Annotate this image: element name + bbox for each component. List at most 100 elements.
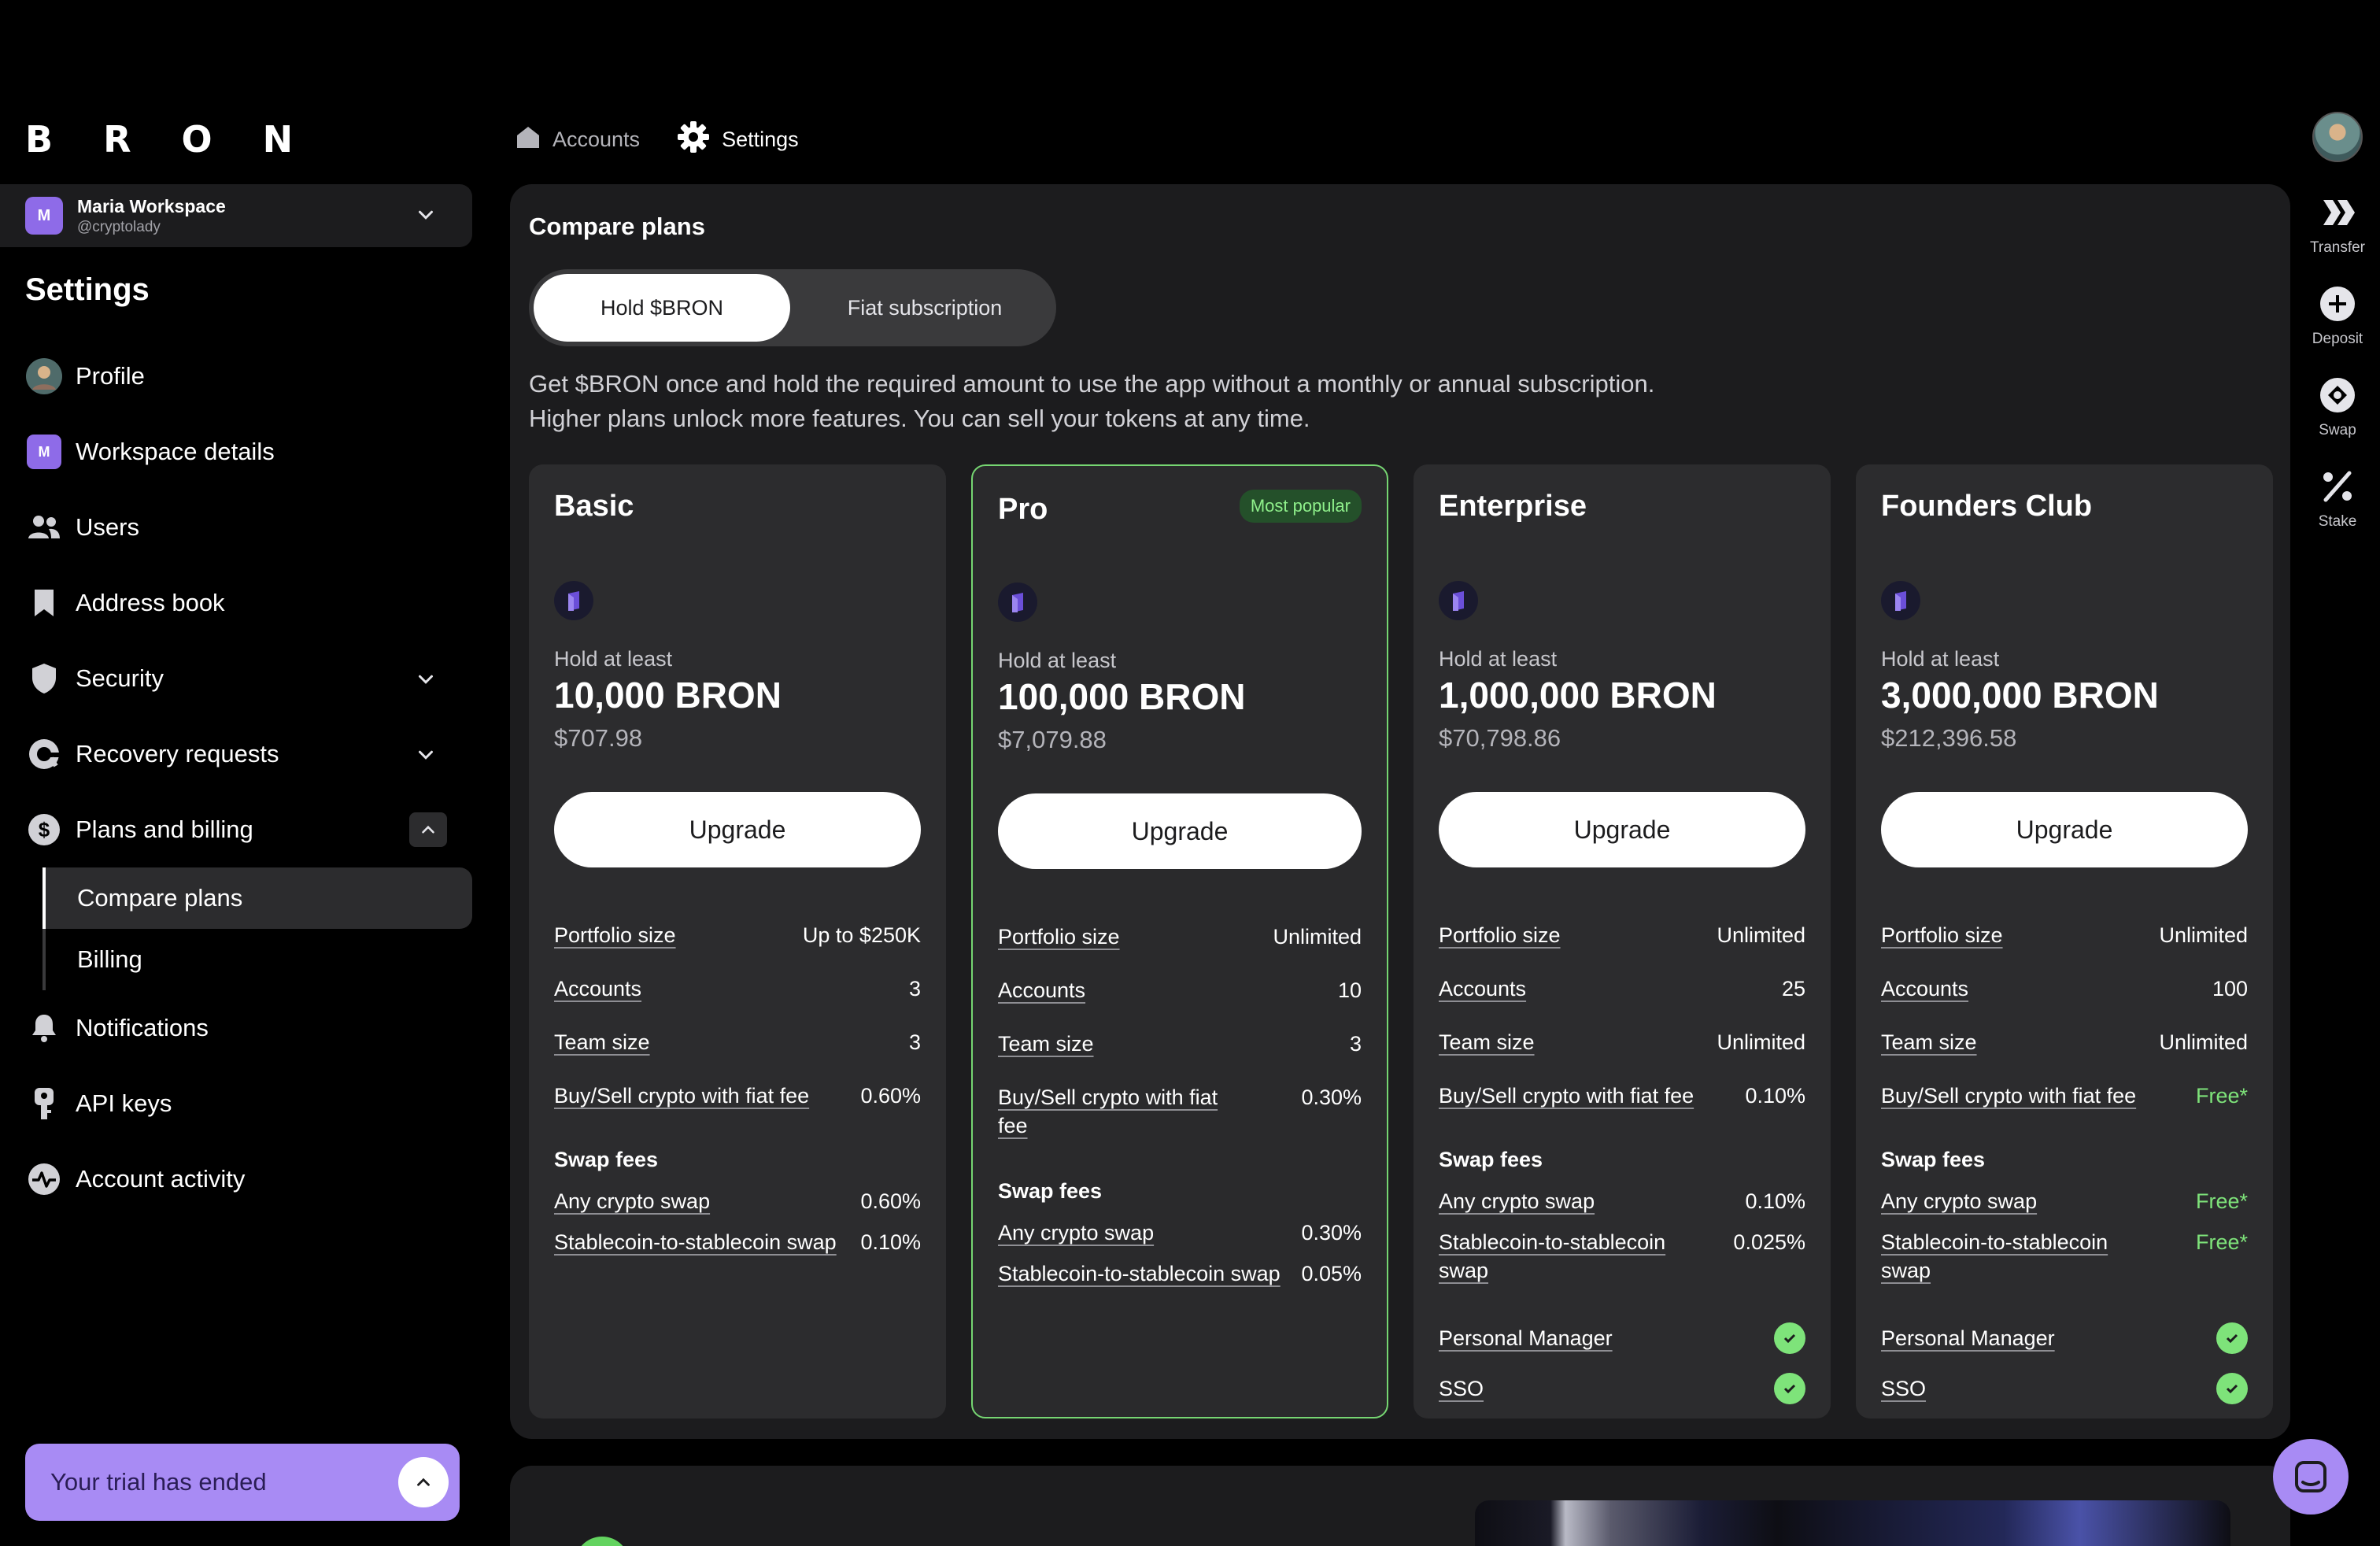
user-avatar[interactable] bbox=[2312, 112, 2363, 162]
feature-value: 0.05% bbox=[1301, 1262, 1362, 1285]
chevron-down-icon[interactable] bbox=[414, 668, 438, 697]
compare-plans-panel: Compare plans Hold $BRON Fiat subscripti… bbox=[510, 184, 2290, 1439]
bron-token-icon bbox=[1439, 581, 1478, 620]
feature-label[interactable]: Stablecoin-to-stablecoin swap bbox=[554, 1228, 837, 1256]
hold-usd-value: $7,079.88 bbox=[998, 726, 1107, 753]
sidebar-subitem-compare-plans[interactable]: Compare plans bbox=[42, 867, 472, 929]
transfer-icon bbox=[2317, 192, 2358, 233]
sidebar-item-label: Address book bbox=[76, 589, 225, 616]
feature-label[interactable]: Accounts bbox=[1439, 975, 1526, 1003]
sidebar-subitem-billing[interactable]: Billing bbox=[46, 929, 472, 990]
feature-row: Stablecoin-to-stablecoin swap 0.025% bbox=[1439, 1228, 1805, 1285]
sidebar-item-workspace-details[interactable]: M Workspace details bbox=[0, 414, 472, 490]
trial-expand-button[interactable] bbox=[398, 1457, 449, 1507]
feature-value: 100 bbox=[2212, 977, 2248, 1000]
page-title: Compare plans bbox=[529, 213, 705, 240]
upgrade-button[interactable]: Upgrade bbox=[1881, 792, 2248, 867]
feature-row: Any crypto swap Free* bbox=[1881, 1187, 2248, 1215]
rail-transfer[interactable]: Transfer bbox=[2298, 192, 2377, 283]
feature-label[interactable]: Team size bbox=[1439, 1028, 1535, 1056]
feature-label[interactable]: Accounts bbox=[1881, 975, 1968, 1003]
feature-label[interactable]: Team size bbox=[1881, 1028, 1977, 1056]
feature-row: Stablecoin-to-stablecoin swap 0.05% bbox=[998, 1259, 1362, 1288]
rail-stake[interactable]: Stake bbox=[2298, 466, 2377, 557]
feature-label[interactable]: Buy/Sell crypto with fiat fee bbox=[1881, 1082, 2136, 1110]
upgrade-button[interactable]: Upgrade bbox=[998, 793, 1362, 869]
sidebar-item-account-activity[interactable]: Account activity bbox=[0, 1141, 472, 1217]
sidebar-item-label: Recovery requests bbox=[76, 740, 279, 767]
feature-label[interactable]: Buy/Sell crypto with fiat fee bbox=[554, 1082, 809, 1110]
feature-value: Unlimited bbox=[1717, 1030, 1805, 1054]
feature-label[interactable]: Buy/Sell crypto with fiat fee bbox=[998, 1083, 1250, 1140]
logo-letter: R bbox=[103, 118, 131, 161]
sidebar-item-security[interactable]: Security bbox=[0, 641, 472, 716]
feature-label[interactable]: Portfolio size bbox=[1881, 921, 2003, 949]
feature-label[interactable]: Portfolio size bbox=[554, 921, 676, 949]
svg-text:$: $ bbox=[39, 818, 50, 841]
feature-label[interactable]: Stablecoin-to-stablecoin swap bbox=[998, 1259, 1281, 1288]
feature-row: Stablecoin-to-stablecoin swap 0.10% bbox=[554, 1228, 921, 1256]
most-popular-badge: Most popular bbox=[1239, 490, 1362, 523]
sidebar-item-notifications[interactable]: Notifications bbox=[0, 990, 472, 1066]
feature-row: Any crypto swap 0.60% bbox=[554, 1187, 921, 1215]
bron-logo[interactable]: B R O N bbox=[25, 118, 293, 161]
feature-label[interactable]: Any crypto swap bbox=[1881, 1187, 2037, 1215]
plus-circle-icon bbox=[2317, 283, 2358, 324]
description-line: Get $BRON once and hold the required amo… bbox=[529, 370, 1655, 398]
check-icon bbox=[2216, 1373, 2248, 1404]
feature-label[interactable]: Team size bbox=[554, 1028, 650, 1056]
feature-row: Stablecoin-to-stablecoin swap Free* bbox=[1881, 1228, 2248, 1285]
chevron-down-icon[interactable] bbox=[414, 743, 438, 773]
sidebar-item-address-book[interactable]: Address book bbox=[0, 565, 472, 641]
rail-deposit[interactable]: Deposit bbox=[2298, 283, 2377, 375]
feature-label[interactable]: Personal Manager bbox=[1439, 1324, 1613, 1352]
feature-label[interactable]: SSO bbox=[1439, 1374, 1484, 1403]
feature-label[interactable]: Any crypto swap bbox=[998, 1219, 1154, 1247]
trial-ended-banner[interactable]: Your trial has ended bbox=[25, 1444, 460, 1521]
feature-value: 0.10% bbox=[860, 1230, 921, 1254]
feature-label[interactable]: Stablecoin-to-stablecoin swap bbox=[1881, 1228, 2149, 1285]
check-icon bbox=[2216, 1322, 2248, 1354]
hold-usd-value: $707.98 bbox=[554, 724, 643, 752]
topnav-settings[interactable]: Settings bbox=[676, 120, 799, 160]
hold-amount: 100,000 BRON bbox=[998, 676, 1246, 717]
upgrade-button[interactable]: Upgrade bbox=[554, 792, 921, 867]
feature-label[interactable]: Accounts bbox=[998, 976, 1085, 1004]
feature-label[interactable]: Stablecoin-to-stablecoin swap bbox=[1439, 1228, 1706, 1285]
workspace-initial: M bbox=[27, 435, 61, 469]
sidebar-item-users[interactable]: Users bbox=[0, 490, 472, 565]
feature-label[interactable]: Any crypto swap bbox=[554, 1187, 710, 1215]
workspace-switcher[interactable]: M Maria Workspace @cryptolady bbox=[0, 184, 472, 247]
feature-label[interactable]: Portfolio size bbox=[998, 923, 1120, 951]
profile-avatar-icon bbox=[25, 357, 63, 395]
feature-label[interactable]: Any crypto swap bbox=[1439, 1187, 1595, 1215]
tab-hold-bron[interactable]: Hold $BRON bbox=[534, 274, 790, 342]
feature-value: Unlimited bbox=[2159, 923, 2248, 947]
rail-swap[interactable]: Swap bbox=[2298, 375, 2377, 466]
sidebar-item-api-keys[interactable]: API keys bbox=[0, 1066, 472, 1141]
sidebar-item-profile[interactable]: Profile bbox=[0, 338, 472, 414]
feature-value: 0.60% bbox=[860, 1189, 921, 1213]
feature-label[interactable]: Portfolio size bbox=[1439, 921, 1561, 949]
feature-row: Any crypto swap 0.30% bbox=[998, 1219, 1362, 1247]
promo-artwork bbox=[1475, 1500, 2230, 1546]
upgrade-button[interactable]: Upgrade bbox=[1439, 792, 1805, 867]
shield-icon bbox=[25, 660, 63, 697]
feature-label[interactable]: Accounts bbox=[554, 975, 641, 1003]
feature-label[interactable]: Team size bbox=[998, 1030, 1094, 1058]
feature-label[interactable]: Personal Manager bbox=[1881, 1324, 2055, 1352]
feature-label[interactable]: SSO bbox=[1881, 1374, 1926, 1403]
chat-support-button[interactable] bbox=[2273, 1439, 2349, 1515]
feature-row: Accounts 25 bbox=[1439, 975, 1805, 1003]
dollar-icon: $ bbox=[25, 811, 63, 849]
tab-fiat-subscription[interactable]: Fiat subscription bbox=[796, 274, 1053, 342]
sidebar-item-recovery-requests[interactable]: Recovery requests bbox=[0, 716, 472, 792]
topnav-accounts[interactable]: Accounts bbox=[515, 124, 640, 156]
chevron-up-icon[interactable] bbox=[409, 812, 447, 847]
sidebar-item-plans-and-billing[interactable]: $ Plans and billing bbox=[0, 792, 472, 867]
swap-fees-heading: Swap fees bbox=[1439, 1148, 1543, 1171]
workspace-handle: @cryptolady bbox=[77, 218, 161, 235]
plan-name: Enterprise bbox=[1439, 490, 1587, 523]
feature-label[interactable]: Buy/Sell crypto with fiat fee bbox=[1439, 1082, 1694, 1110]
feature-row: Any crypto swap 0.10% bbox=[1439, 1187, 1805, 1215]
